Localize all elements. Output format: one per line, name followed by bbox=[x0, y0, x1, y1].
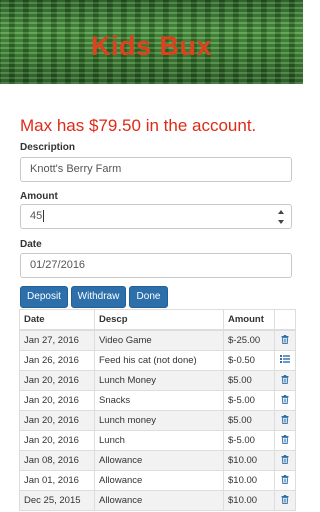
date-value: 01/27/2016 bbox=[30, 259, 86, 271]
cell-action bbox=[274, 390, 296, 411]
cell-amount: $10.00 bbox=[223, 490, 275, 511]
cell-date: Dec 25, 2015 bbox=[19, 490, 95, 511]
cell-action bbox=[274, 410, 296, 431]
stepper-down-icon[interactable] bbox=[278, 220, 284, 224]
cell-action bbox=[274, 450, 296, 471]
cell-descp: Lunch money bbox=[94, 410, 224, 431]
table-row: Jan 20, 2016 Lunch $-5.00 bbox=[19, 430, 296, 451]
amount-label: Amount bbox=[20, 191, 58, 202]
cell-amount: $-5.00 bbox=[223, 430, 275, 451]
table-row: Jan 08, 2016 Allowance $10.00 bbox=[19, 450, 296, 471]
cell-amount: $10.00 bbox=[223, 470, 275, 491]
table-row: Dec 25, 2015 Allowance $10.00 bbox=[19, 490, 296, 511]
cell-descp: Allowance bbox=[94, 470, 224, 491]
cell-descp: Lunch Money bbox=[94, 370, 224, 391]
cell-descp: Video Game bbox=[94, 329, 224, 351]
cell-amount: $5.00 bbox=[223, 370, 275, 391]
cell-amount: $5.00 bbox=[223, 410, 275, 431]
header-amount: Amount bbox=[223, 309, 275, 331]
stepper-up-icon[interactable] bbox=[278, 210, 284, 214]
date-input[interactable]: 01/27/2016 bbox=[20, 253, 292, 278]
cell-action bbox=[274, 470, 296, 491]
cell-date: Jan 01, 2016 bbox=[19, 470, 95, 491]
cell-date: Jan 26, 2016 bbox=[19, 350, 95, 371]
trash-icon[interactable] bbox=[281, 394, 289, 407]
table-row: Jan 20, 2016 Lunch Money $5.00 bbox=[19, 370, 296, 391]
cell-descp: Allowance bbox=[94, 490, 224, 511]
cell-date: Jan 20, 2016 bbox=[19, 370, 95, 391]
cell-amount: $-0.50 bbox=[223, 350, 275, 371]
trash-icon[interactable] bbox=[281, 434, 289, 447]
table-row: Jan 20, 2016 Lunch money $5.00 bbox=[19, 410, 296, 431]
header-date: Date bbox=[19, 309, 95, 331]
cell-descp: Snacks bbox=[94, 390, 224, 411]
cell-descp: Allowance bbox=[94, 450, 224, 471]
app-title: Kids Bux bbox=[90, 31, 213, 61]
done-button[interactable]: Done bbox=[129, 286, 168, 308]
deposit-button[interactable]: Deposit bbox=[20, 286, 68, 308]
table-header-row: Date Descp Amount bbox=[19, 309, 296, 331]
cell-date: Jan 27, 2016 bbox=[19, 329, 95, 351]
cell-action bbox=[274, 370, 296, 391]
cell-action bbox=[274, 329, 296, 351]
description-input[interactable]: Knott's Berry Farm bbox=[20, 157, 292, 182]
trash-icon[interactable] bbox=[281, 454, 289, 467]
cell-action bbox=[274, 430, 296, 451]
table-row: Jan 20, 2016 Snacks $-5.00 bbox=[19, 390, 296, 411]
amount-value: 45 bbox=[30, 210, 43, 222]
cell-amount: $-25.00 bbox=[223, 329, 275, 351]
cell-descp: Feed his cat (not done) bbox=[94, 350, 224, 371]
cell-date: Jan 20, 2016 bbox=[19, 430, 95, 451]
withdraw-button[interactable]: Withdraw bbox=[71, 286, 126, 308]
trash-icon[interactable] bbox=[281, 494, 289, 507]
cell-amount: $10.00 bbox=[223, 450, 275, 471]
description-label: Description bbox=[20, 142, 76, 153]
table-row: Jan 01, 2016 Allowance $10.00 bbox=[19, 470, 296, 491]
description-value: Knott's Berry Farm bbox=[30, 163, 122, 175]
list-icon[interactable] bbox=[280, 354, 290, 366]
header-action bbox=[274, 309, 296, 331]
header-banner: Kids Bux bbox=[0, 0, 303, 84]
cell-date: Jan 08, 2016 bbox=[19, 450, 95, 471]
trash-icon[interactable] bbox=[281, 474, 289, 487]
amount-input[interactable]: 45 bbox=[20, 204, 292, 229]
cell-date: Jan 20, 2016 bbox=[19, 390, 95, 411]
cell-action bbox=[274, 490, 296, 511]
transactions-table: Date Descp Amount Jan 27, 2016 Video Game… bbox=[19, 309, 296, 511]
cell-action bbox=[274, 350, 296, 371]
text-cursor bbox=[43, 210, 45, 223]
header-descp: Descp bbox=[94, 309, 224, 331]
cell-amount: $-5.00 bbox=[223, 390, 275, 411]
amount-stepper[interactable] bbox=[277, 210, 285, 224]
trash-icon[interactable] bbox=[281, 334, 289, 347]
table-row: Jan 27, 2016 Video Game $-25.00 bbox=[19, 329, 296, 351]
table-row: Jan 26, 2016 Feed his cat (not done) $-0.5… bbox=[19, 350, 296, 371]
date-label: Date bbox=[20, 239, 42, 250]
cell-descp: Lunch bbox=[94, 430, 224, 451]
cell-date: Jan 20, 2016 bbox=[19, 410, 95, 431]
balance-text: Max has $79.50 in the account. bbox=[20, 116, 257, 135]
table-body: Jan 27, 2016 Video Game $-25.00 Jan 26, 201… bbox=[19, 329, 296, 511]
trash-icon[interactable] bbox=[281, 374, 289, 387]
trash-icon[interactable] bbox=[281, 414, 289, 427]
